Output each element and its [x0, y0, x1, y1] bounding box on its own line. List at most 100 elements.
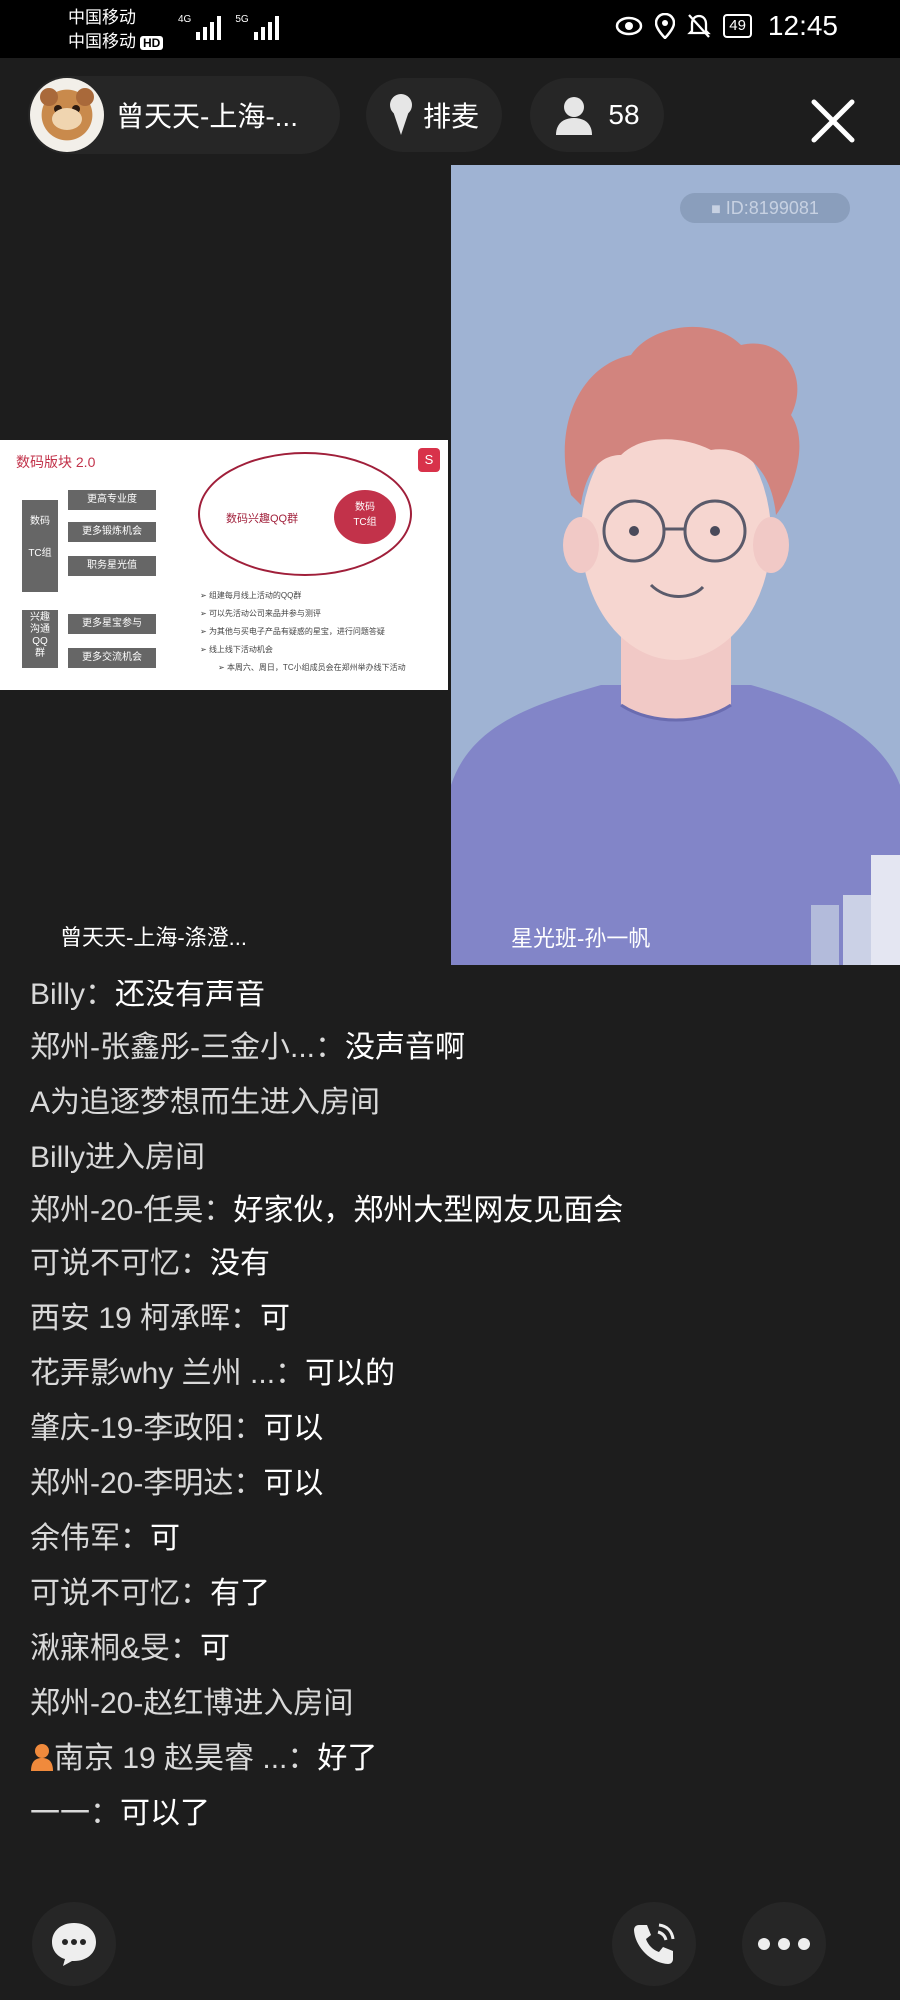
room-header: 曾天天-上海-... 排麦 58: [0, 66, 900, 166]
chat-sender: A为追逐梦想而生进入房间: [30, 1086, 381, 1119]
chat-separator: ：: [315, 1031, 345, 1064]
location-icon: [655, 13, 676, 39]
chat-separator: ：: [233, 1467, 264, 1500]
slide-box: 更高专业度: [68, 490, 156, 510]
slide-group-label: 数码 TC组: [22, 500, 58, 592]
chat-separator: ：: [203, 1194, 234, 1227]
chat-message: 郑州-张鑫彤-三金小...：没声音啊: [30, 1027, 650, 1069]
chat-sender: 花弄影why 兰州 ...: [30, 1357, 276, 1390]
chat-separator: ：: [275, 1357, 306, 1390]
shared-slide: 数码版块 2.0 S 数码 TC组 兴趣 沟通 QQ 群 更高专业度 更多锻炼机…: [0, 440, 448, 690]
mic-queue-button[interactable]: 排麦: [366, 78, 502, 152]
chat-text: 没声音啊: [345, 1031, 465, 1064]
video-id-badge: ■ ID:8199081: [680, 193, 850, 223]
clock: 12:45: [767, 10, 838, 41]
chat-sender: Billy: [30, 980, 86, 1010]
chat-sender: 肇庆-19-李政阳: [30, 1412, 234, 1445]
slide-bullet: 本周六、周日，TC小组成员会在郑州举办线下活动: [200, 659, 406, 677]
viewer-count-button[interactable]: 58: [530, 78, 664, 152]
eye-icon: [615, 16, 643, 36]
chat-text: 可: [200, 1632, 231, 1665]
slide-bullets: 组建每月线上活动的QQ群 可以先活动公司来品并参与测评 为其他与买电子产品有疑惑…: [200, 587, 406, 677]
phone-icon: [634, 1923, 675, 1964]
slide-title: 数码版块 2.0: [16, 454, 96, 470]
chat-message: 南京 19 赵昊睿 ...：好了: [30, 1738, 650, 1780]
carrier-2: 中国移动: [68, 32, 136, 51]
chat-message: A为追逐梦想而生进入房间: [30, 1082, 650, 1124]
video-camera-icon: ■: [711, 201, 721, 218]
signal-4g-icon: 4G: [178, 14, 222, 40]
slide-group-label: 兴趣 沟通 QQ 群: [22, 610, 58, 668]
signal-4g-label: 4G: [178, 14, 192, 25]
chat-text: 好了: [317, 1742, 378, 1775]
chat-separator: ：: [180, 1247, 210, 1280]
host-name: 曾天天-上海-...: [116, 101, 298, 132]
chat-separator: ：: [90, 1797, 120, 1830]
chat-sender: 可说不可忆: [30, 1577, 180, 1610]
chat-text: 还没有声音: [115, 980, 266, 1010]
chat-sender: 余伟军: [30, 1522, 120, 1555]
chat-separator: ：: [180, 1577, 210, 1610]
slide-box: 更多锻炼机会: [68, 522, 156, 542]
slide-bullet: 为其他与买电子产品有疑惑的星宝，进行问题答疑: [200, 623, 406, 641]
chat-text: 可以: [263, 1467, 324, 1500]
chat-message: 郑州-20-赵红博进入房间: [30, 1683, 650, 1725]
chat-sender: Billy进入房间: [30, 1141, 206, 1174]
chat-separator: ：: [120, 1522, 150, 1555]
slide-logo-icon: S: [418, 448, 440, 472]
chat-message: 余伟军：可: [30, 1518, 650, 1560]
host-profile-chip[interactable]: 曾天天-上海-...: [28, 76, 340, 154]
more-dots-icon: [758, 1938, 810, 1950]
slide-box: 职务星光值: [68, 556, 156, 576]
chat-message: 肇庆-19-李政阳：可以: [30, 1408, 650, 1450]
left-video-label: 曾天天-上海-涤澄...: [60, 925, 247, 950]
chat-message: 可说不可忆：没有: [30, 1243, 650, 1285]
chat-sender: 郑州-20-李明达: [30, 1467, 234, 1500]
chat-bubble-icon: [52, 1923, 96, 1966]
chat-text: 好家伙，郑州大型网友见面会: [233, 1194, 624, 1227]
host-avatar[interactable]: [30, 78, 104, 152]
viewer-count: 58: [608, 99, 640, 130]
close-icon[interactable]: [808, 96, 858, 146]
video-id-text: ID:8199081: [725, 198, 819, 218]
slide-box: 更多星宝参与: [68, 614, 156, 634]
chat-text: 可: [150, 1522, 180, 1555]
chat-message: 西安 19 柯承晖：可: [30, 1298, 650, 1340]
voice-call-button[interactable]: [612, 1902, 696, 1986]
status-right: 49 12:45: [615, 10, 838, 42]
status-bar: 中国移动 中国移动 HD 4G 5G 49 12:45: [0, 0, 900, 58]
user-badge-icon: [31, 1744, 53, 1771]
person-icon: [556, 97, 593, 135]
right-video-label: 星光班-孙一帆: [511, 926, 651, 951]
user-avatar-illustration: [451, 326, 900, 965]
chat-message: Billy：还没有声音: [30, 980, 650, 1010]
slide-circle-label: 数码 TC组: [334, 490, 396, 544]
right-video[interactable]: ■ ID:8199081 星光班-孙一帆: [451, 165, 900, 965]
chat-text: 可以的: [305, 1357, 396, 1390]
carrier-info: 中国移动 中国移动 HD: [68, 6, 164, 55]
chat-message: 可说不可忆：有了: [30, 1573, 650, 1615]
signal-indicators: 4G 5G: [178, 14, 279, 40]
chat-text: 可以了: [120, 1797, 210, 1830]
battery-icon: 49: [723, 14, 752, 38]
chat-sender: 西安 19 柯承晖: [30, 1302, 231, 1335]
chat-sender: 湫寐桐&旻: [30, 1632, 171, 1665]
signal-5g-icon: 5G: [235, 14, 279, 40]
chat-sender: 一一: [30, 1797, 90, 1830]
slide-bullet: 可以先活动公司来品并参与测评: [200, 605, 406, 623]
slide-bullet: 线上线下活动机会: [200, 641, 406, 659]
chat-message-list[interactable]: Billy：还没有声音 郑州-张鑫彤-三金小...：没声音啊 A为追逐梦想而生进…: [30, 980, 650, 1848]
mic-icon: [389, 94, 412, 135]
chat-sender: 郑州-20-任昊: [30, 1194, 204, 1227]
chat-input-button[interactable]: [32, 1902, 116, 1986]
chat-text: 可: [260, 1302, 291, 1335]
chat-message: Billy进入房间: [30, 1137, 650, 1179]
slide-bullet: 组建每月线上活动的QQ群: [200, 587, 406, 605]
carrier-1: 中国移动: [68, 8, 136, 27]
mute-bell-icon: [687, 14, 712, 38]
more-options-button[interactable]: [742, 1902, 826, 1986]
chat-sender: 可说不可忆: [30, 1247, 180, 1280]
slide-ellipse-label: 数码兴趣QQ群: [226, 513, 299, 525]
chat-separator: ：: [230, 1302, 261, 1335]
chat-message: 郑州-20-李明达：可以: [30, 1463, 650, 1505]
